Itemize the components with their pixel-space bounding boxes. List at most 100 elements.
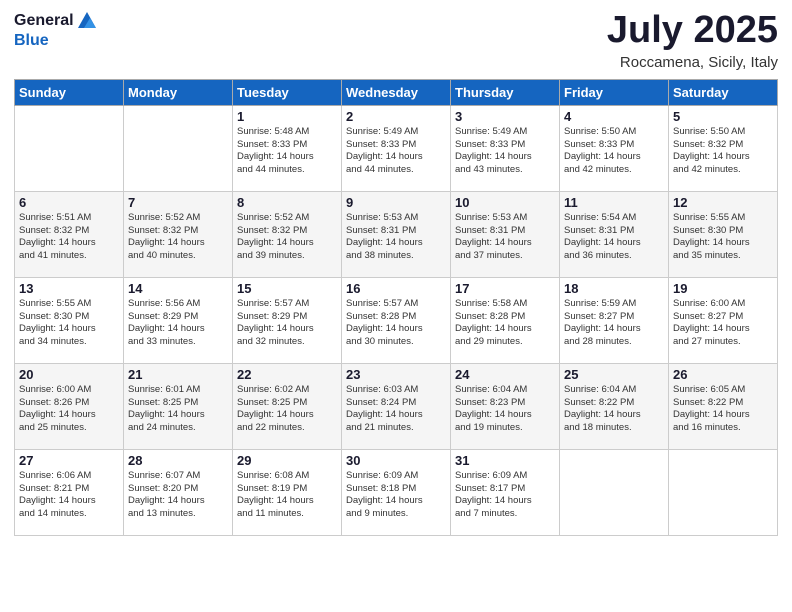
table-row: 5 Sunrise: 5:50 AM Sunset: 8:32 PM Daylig…	[669, 105, 778, 191]
table-row: 26 Sunrise: 6:05 AM Sunset: 8:22 PM Dayli…	[669, 363, 778, 449]
day-detail: Sunrise: 6:01 AM Sunset: 8:25 PM Dayligh…	[128, 384, 228, 435]
logo-general: General	[14, 12, 74, 30]
day-number: 6	[19, 195, 119, 210]
day-detail: Sunrise: 5:57 AM Sunset: 8:29 PM Dayligh…	[237, 298, 337, 349]
day-number: 4	[564, 109, 664, 124]
day-number: 1	[237, 109, 337, 124]
day-number: 26	[673, 367, 773, 382]
day-number: 29	[237, 453, 337, 468]
calendar-table: Sunday Monday Tuesday Wednesday Thursday…	[14, 79, 778, 536]
weekday-header-row: Sunday Monday Tuesday Wednesday Thursday…	[15, 79, 778, 105]
header: General Blue July 2025 Roccamena, Sicily…	[14, 10, 778, 71]
day-number: 14	[128, 281, 228, 296]
day-number: 15	[237, 281, 337, 296]
day-number: 13	[19, 281, 119, 296]
day-detail: Sunrise: 6:04 AM Sunset: 8:23 PM Dayligh…	[455, 384, 555, 435]
title-block: July 2025 Roccamena, Sicily, Italy	[607, 10, 778, 71]
day-detail: Sunrise: 5:55 AM Sunset: 8:30 PM Dayligh…	[673, 212, 773, 263]
table-row: 18 Sunrise: 5:59 AM Sunset: 8:27 PM Dayli…	[560, 277, 669, 363]
page: General Blue July 2025 Roccamena, Sicily…	[0, 0, 792, 612]
location: Roccamena, Sicily, Italy	[607, 54, 778, 71]
table-row: 22Sunrise: 6:02 AM Sunset: 8:25 PM Dayli…	[233, 363, 342, 449]
table-row	[560, 449, 669, 535]
header-saturday: Saturday	[669, 79, 778, 105]
day-detail: Sunrise: 6:07 AM Sunset: 8:20 PM Dayligh…	[128, 470, 228, 521]
table-row: 12 Sunrise: 5:55 AM Sunset: 8:30 PM Dayli…	[669, 191, 778, 277]
day-detail: Sunrise: 5:52 AM Sunset: 8:32 PM Dayligh…	[128, 212, 228, 263]
table-row: 21 Sunrise: 6:01 AM Sunset: 8:25 PM Dayli…	[124, 363, 233, 449]
day-detail: Sunrise: 6:00 AM Sunset: 8:26 PM Dayligh…	[19, 384, 119, 435]
table-row	[669, 449, 778, 535]
day-detail: Sunrise: 6:06 AM Sunset: 8:21 PM Dayligh…	[19, 470, 119, 521]
table-row	[124, 105, 233, 191]
day-detail: Sunrise: 5:59 AM Sunset: 8:27 PM Dayligh…	[564, 298, 664, 349]
day-number: 31	[455, 453, 555, 468]
day-detail: Sunrise: 5:50 AM Sunset: 8:33 PM Dayligh…	[564, 126, 664, 177]
table-row: 25 Sunrise: 6:04 AM Sunset: 8:22 PM Dayli…	[560, 363, 669, 449]
table-row: 24 Sunrise: 6:04 AM Sunset: 8:23 PM Dayli…	[451, 363, 560, 449]
table-row: 9Sunrise: 5:53 AM Sunset: 8:31 PM Daylig…	[342, 191, 451, 277]
table-row: 31Sunrise: 6:09 AM Sunset: 8:17 PM Dayli…	[451, 449, 560, 535]
calendar-week-row: 6Sunrise: 5:51 AM Sunset: 8:32 PM Daylig…	[15, 191, 778, 277]
day-number: 5	[673, 109, 773, 124]
day-detail: Sunrise: 5:49 AM Sunset: 8:33 PM Dayligh…	[455, 126, 555, 177]
table-row: 30Sunrise: 6:09 AM Sunset: 8:18 PM Dayli…	[342, 449, 451, 535]
day-number: 17	[455, 281, 555, 296]
header-thursday: Thursday	[451, 79, 560, 105]
header-wednesday: Wednesday	[342, 79, 451, 105]
calendar-week-row: 27Sunrise: 6:06 AM Sunset: 8:21 PM Dayli…	[15, 449, 778, 535]
header-friday: Friday	[560, 79, 669, 105]
day-detail: Sunrise: 5:52 AM Sunset: 8:32 PM Dayligh…	[237, 212, 337, 263]
table-row: 4 Sunrise: 5:50 AM Sunset: 8:33 PM Daylig…	[560, 105, 669, 191]
day-number: 3	[455, 109, 555, 124]
header-sunday: Sunday	[15, 79, 124, 105]
day-detail: Sunrise: 6:05 AM Sunset: 8:22 PM Dayligh…	[673, 384, 773, 435]
day-number: 19	[673, 281, 773, 296]
day-number: 24	[455, 367, 555, 382]
day-detail: Sunrise: 6:09 AM Sunset: 8:18 PM Dayligh…	[346, 470, 446, 521]
table-row: 10Sunrise: 5:53 AM Sunset: 8:31 PM Dayli…	[451, 191, 560, 277]
table-row	[15, 105, 124, 191]
day-detail: Sunrise: 6:03 AM Sunset: 8:24 PM Dayligh…	[346, 384, 446, 435]
day-number: 12	[673, 195, 773, 210]
day-number: 18	[564, 281, 664, 296]
month-title: July 2025	[607, 10, 778, 52]
table-row: 2Sunrise: 5:49 AM Sunset: 8:33 PM Daylig…	[342, 105, 451, 191]
day-detail: Sunrise: 6:04 AM Sunset: 8:22 PM Dayligh…	[564, 384, 664, 435]
table-row: 13 Sunrise: 5:55 AM Sunset: 8:30 PM Dayli…	[15, 277, 124, 363]
logo: General Blue	[14, 10, 98, 50]
day-detail: Sunrise: 6:00 AM Sunset: 8:27 PM Dayligh…	[673, 298, 773, 349]
table-row: 6Sunrise: 5:51 AM Sunset: 8:32 PM Daylig…	[15, 191, 124, 277]
logo-blue: Blue	[14, 32, 49, 49]
table-row: 28Sunrise: 6:07 AM Sunset: 8:20 PM Dayli…	[124, 449, 233, 535]
header-monday: Monday	[124, 79, 233, 105]
day-detail: Sunrise: 6:08 AM Sunset: 8:19 PM Dayligh…	[237, 470, 337, 521]
day-number: 25	[564, 367, 664, 382]
table-row: 16 Sunrise: 5:57 AM Sunset: 8:28 PM Dayli…	[342, 277, 451, 363]
day-detail: Sunrise: 6:02 AM Sunset: 8:25 PM Dayligh…	[237, 384, 337, 435]
table-row: 11 Sunrise: 5:54 AM Sunset: 8:31 PM Dayli…	[560, 191, 669, 277]
table-row: 19 Sunrise: 6:00 AM Sunset: 8:27 PM Dayli…	[669, 277, 778, 363]
table-row: 3 Sunrise: 5:49 AM Sunset: 8:33 PM Daylig…	[451, 105, 560, 191]
day-detail: Sunrise: 5:49 AM Sunset: 8:33 PM Dayligh…	[346, 126, 446, 177]
day-number: 11	[564, 195, 664, 210]
day-number: 23	[346, 367, 446, 382]
day-number: 21	[128, 367, 228, 382]
logo-icon	[76, 10, 98, 32]
table-row: 7 Sunrise: 5:52 AM Sunset: 8:32 PM Daylig…	[124, 191, 233, 277]
table-row: 1Sunrise: 5:48 AM Sunset: 8:33 PM Daylig…	[233, 105, 342, 191]
day-number: 16	[346, 281, 446, 296]
day-detail: Sunrise: 5:50 AM Sunset: 8:32 PM Dayligh…	[673, 126, 773, 177]
day-number: 9	[346, 195, 446, 210]
day-number: 7	[128, 195, 228, 210]
table-row: 29 Sunrise: 6:08 AM Sunset: 8:19 PM Dayli…	[233, 449, 342, 535]
table-row: 15 Sunrise: 5:57 AM Sunset: 8:29 PM Dayli…	[233, 277, 342, 363]
day-detail: Sunrise: 5:57 AM Sunset: 8:28 PM Dayligh…	[346, 298, 446, 349]
table-row: 8 Sunrise: 5:52 AM Sunset: 8:32 PM Daylig…	[233, 191, 342, 277]
calendar-week-row: 1Sunrise: 5:48 AM Sunset: 8:33 PM Daylig…	[15, 105, 778, 191]
day-number: 8	[237, 195, 337, 210]
calendar-week-row: 20Sunrise: 6:00 AM Sunset: 8:26 PM Dayli…	[15, 363, 778, 449]
day-detail: Sunrise: 5:54 AM Sunset: 8:31 PM Dayligh…	[564, 212, 664, 263]
day-detail: Sunrise: 5:55 AM Sunset: 8:30 PM Dayligh…	[19, 298, 119, 349]
day-number: 10	[455, 195, 555, 210]
